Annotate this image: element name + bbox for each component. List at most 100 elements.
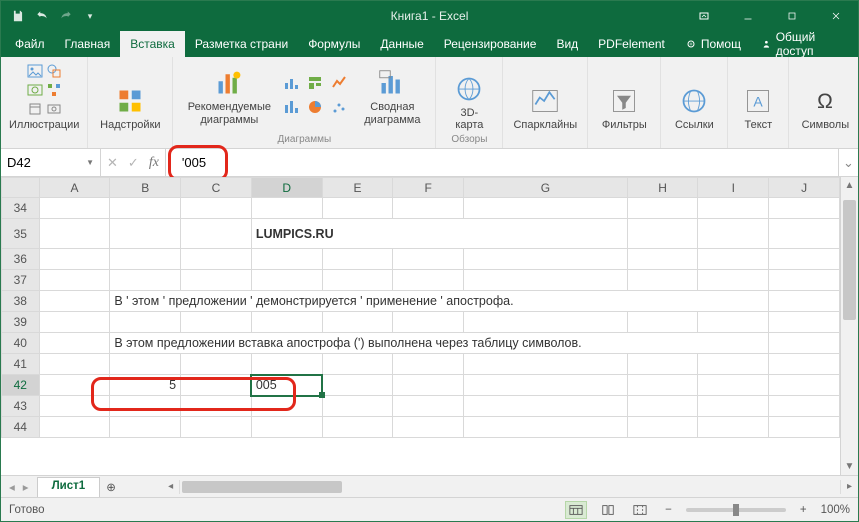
shapes-icon[interactable] (46, 63, 62, 79)
cell-D42[interactable]: 005 (251, 375, 322, 396)
scroll-left-icon[interactable]: ◂ (162, 481, 179, 492)
text-button[interactable]: A Текст (736, 85, 780, 132)
zoom-in-button[interactable]: + (796, 504, 811, 516)
tell-me[interactable]: Помощ (675, 31, 751, 57)
stat-chart-icon[interactable] (283, 99, 299, 115)
redo-icon[interactable] (57, 7, 75, 25)
save-icon[interactable] (9, 7, 27, 25)
expand-formula-bar-icon[interactable]: ⌄ (838, 149, 858, 176)
tab-insert[interactable]: Вставка (120, 31, 185, 57)
cell-sentence2[interactable]: В этом предложении вставка апострофа (')… (110, 333, 769, 354)
vertical-scrollbar[interactable]: ▲ ▼ (840, 177, 858, 475)
name-box[interactable]: D42 ▼ (1, 149, 101, 176)
normal-view-button[interactable] (565, 501, 587, 519)
sheet-tab-1[interactable]: Лист1 (37, 477, 101, 497)
col-I[interactable]: I (698, 178, 769, 198)
horizontal-scrollbar[interactable]: ◂ ▸ (162, 476, 858, 497)
recommended-charts-button[interactable]: Рекомендуемые диаграммы (181, 67, 277, 126)
worksheet-grid[interactable]: A B C D E F G H I J 34 35 LUMPICS.RU (1, 177, 840, 475)
add-sheet-button[interactable]: ⊕ (100, 476, 122, 497)
cell-watermark[interactable]: LUMPICS.RU (251, 219, 627, 249)
line-chart-icon[interactable] (331, 75, 347, 91)
row-41[interactable]: 41 (2, 354, 40, 375)
sheet-nav[interactable]: ◂▸ (1, 476, 37, 497)
chevron-down-icon[interactable]: ▼ (86, 158, 94, 167)
fx-icon[interactable]: fx (149, 155, 159, 171)
online-pictures-icon[interactable] (27, 82, 43, 98)
scroll-right-icon[interactable]: ▸ (841, 481, 858, 492)
tab-formulas[interactable]: Формулы (298, 31, 370, 57)
row-36[interactable]: 36 (2, 249, 40, 270)
pictures-icon[interactable] (27, 63, 43, 79)
illustrations-buttons[interactable] (27, 63, 62, 117)
undo-icon[interactable] (33, 7, 51, 25)
column-headers[interactable]: A B C D E F G H I J (2, 178, 840, 198)
cell-sentence1[interactable]: В ' этом ' предложении ' демонстрируется… (110, 291, 769, 312)
col-D[interactable]: D (251, 178, 322, 198)
screenshot-icon[interactable] (46, 101, 62, 117)
col-E[interactable]: E (322, 178, 393, 198)
illustrations-button[interactable]: Иллюстрации (9, 119, 79, 132)
formula-input[interactable]: '005 (166, 149, 838, 176)
scroll-down-icon[interactable]: ▼ (841, 458, 858, 475)
col-C[interactable]: C (181, 178, 252, 198)
zoom-out-button[interactable]: − (661, 504, 676, 516)
zoom-thumb[interactable] (733, 504, 739, 516)
share-button[interactable]: Общий доступ (751, 31, 858, 57)
page-layout-view-button[interactable] (597, 501, 619, 519)
row-34[interactable]: 34 (2, 198, 40, 219)
tab-data[interactable]: Данные (370, 31, 433, 57)
tab-pdfelement[interactable]: PDFelement (588, 31, 675, 57)
icons-icon[interactable] (27, 101, 43, 117)
symbols-button[interactable]: Ω Символы (797, 85, 853, 132)
row-43[interactable]: 43 (2, 396, 40, 417)
sheet-next-icon[interactable]: ▸ (23, 480, 29, 494)
row-40[interactable]: 40 (2, 333, 40, 354)
tab-layout[interactable]: Разметка страни (185, 31, 298, 57)
pivot-chart-button[interactable]: Сводная диаграмма (357, 67, 427, 126)
col-A[interactable]: A (39, 178, 110, 198)
close-icon[interactable] (814, 1, 858, 31)
row-42[interactable]: 42 (2, 375, 40, 396)
col-B[interactable]: B (110, 178, 181, 198)
accept-formula-icon[interactable]: ✓ (128, 155, 139, 171)
ribbon-display-icon[interactable] (682, 1, 726, 31)
minimize-icon[interactable] (726, 1, 770, 31)
row-39[interactable]: 39 (2, 312, 40, 333)
row-38[interactable]: 38 (2, 291, 40, 312)
zoom-level[interactable]: 100% (821, 504, 850, 516)
pie-chart-icon[interactable] (307, 99, 323, 115)
scatter-chart-icon[interactable] (331, 99, 347, 115)
col-F[interactable]: F (393, 178, 464, 198)
col-H[interactable]: H (627, 178, 698, 198)
col-J[interactable]: J (769, 178, 840, 198)
column-chart-icon[interactable] (283, 75, 299, 91)
page-break-view-button[interactable] (629, 501, 651, 519)
hscroll-thumb[interactable] (182, 481, 342, 493)
zoom-slider[interactable] (686, 508, 786, 512)
row-35[interactable]: 35 (2, 219, 40, 249)
row-37[interactable]: 37 (2, 270, 40, 291)
tab-home[interactable]: Главная (55, 31, 121, 57)
tab-view[interactable]: Вид (546, 31, 588, 57)
addins-button[interactable]: Надстройки (96, 85, 164, 132)
col-G[interactable]: G (464, 178, 628, 198)
smartart-icon[interactable] (46, 82, 62, 98)
qat-customize-icon[interactable]: ▾ (81, 7, 99, 25)
links-button[interactable]: Ссылки (669, 85, 719, 132)
filters-button[interactable]: Фильтры (596, 85, 652, 132)
row-44[interactable]: 44 (2, 417, 40, 438)
tab-file[interactable]: Файл (5, 31, 55, 57)
sparklines-button[interactable]: Спарклайны (511, 85, 579, 132)
maximize-icon[interactable] (770, 1, 814, 31)
cancel-formula-icon[interactable]: ✕ (107, 155, 118, 171)
sheet-table[interactable]: A B C D E F G H I J 34 35 LUMPICS.RU (1, 177, 840, 438)
scroll-up-icon[interactable]: ▲ (841, 177, 858, 194)
tab-review[interactable]: Рецензирование (434, 31, 547, 57)
hierarchy-chart-icon[interactable] (307, 75, 323, 91)
select-all-corner[interactable] (2, 178, 40, 198)
chart-type-buttons[interactable] (283, 75, 351, 119)
scroll-thumb[interactable] (843, 200, 856, 320)
sheet-prev-icon[interactable]: ◂ (9, 480, 15, 494)
cell-B42[interactable]: 5 (110, 375, 181, 396)
